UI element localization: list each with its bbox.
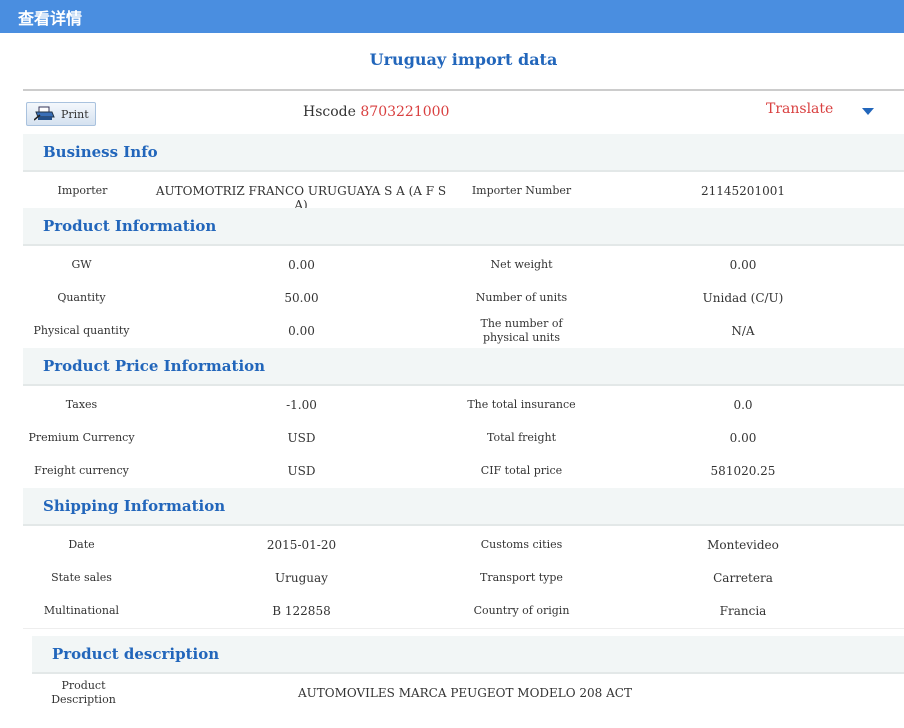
section-product-description: Product description	[32, 636, 904, 674]
section-title: Product Price Information	[43, 357, 266, 375]
print-label: Print	[61, 108, 89, 121]
multinational-value: B 122858	[272, 604, 331, 618]
taxes-label: Taxes	[65, 398, 98, 411]
hscode-label: Hscode	[303, 104, 356, 120]
state-sales-value: Uruguay	[275, 571, 328, 585]
taxes-value: -1.00	[286, 398, 317, 412]
multinational-label: Multinational	[43, 604, 120, 617]
title-bar: 查看详情	[0, 0, 904, 33]
physical-units-label: The number of physical units	[460, 317, 583, 345]
title-divider	[23, 89, 904, 91]
print-button[interactable]: Print	[26, 102, 96, 126]
physical-units-label-line2: physical units	[483, 331, 560, 344]
gw-value: 0.00	[288, 258, 315, 272]
cif-value: 581020.25	[710, 464, 776, 478]
printer-icon	[34, 106, 55, 121]
freight-currency-value: USD	[287, 464, 316, 478]
country-of-origin-value: Francia	[719, 604, 767, 618]
net-weight-label: Net weight	[490, 258, 553, 271]
physical-units-label-line1: The number of	[480, 317, 563, 330]
date-value: 2015-01-20	[266, 538, 337, 552]
hscode-value: 8703221000	[360, 104, 450, 120]
transport-type-value: Carretera	[713, 571, 773, 585]
insurance-value: 0.0	[733, 398, 753, 412]
section-product-information: Product Information	[23, 208, 904, 246]
cif-label: CIF total price	[480, 464, 563, 477]
physical-units-value: N/A	[731, 324, 755, 338]
premium-currency-value: USD	[287, 431, 316, 445]
product-description-label-line1: Product	[61, 679, 106, 692]
product-description-label: Product Description	[32, 679, 135, 707]
section-title: Shipping Information	[43, 497, 226, 515]
customs-cities-label: Customs cities	[480, 538, 563, 551]
hscode: Hscode 8703221000	[303, 104, 449, 120]
gw-label: GW	[71, 258, 92, 271]
product-description-label-line2: Description	[51, 693, 116, 706]
net-weight-value: 0.00	[729, 258, 757, 272]
insurance-label: The total insurance	[467, 398, 576, 411]
transport-type-label: Transport type	[480, 571, 563, 584]
section-divider	[23, 628, 904, 629]
window-title: 查看详情	[18, 9, 83, 28]
total-freight-value: 0.00	[729, 431, 757, 445]
caret-down-icon[interactable]	[862, 108, 874, 115]
importer-number-label: Importer Number	[471, 184, 572, 197]
quantity-label: Quantity	[57, 291, 106, 304]
section-title: Product description	[52, 645, 220, 663]
state-sales-label: State sales	[51, 571, 112, 584]
importer-label: Importer	[57, 184, 108, 197]
product-description-value: AUTOMOVILES MARCA PEUGEOT MODELO 208 ACT	[297, 686, 632, 700]
section-shipping-information: Shipping Information	[23, 488, 904, 526]
premium-currency-label: Premium Currency	[28, 431, 135, 444]
page-title: Uruguay import data	[369, 50, 558, 69]
translate-link[interactable]: Translate	[766, 101, 833, 117]
physical-quantity-value: 0.00	[288, 324, 315, 338]
physical-quantity-label: Physical quantity	[33, 324, 130, 337]
units-value: Unidad (C/U)	[702, 291, 784, 305]
quantity-value: 50.00	[284, 291, 319, 305]
country-of-origin-label: Country of origin	[473, 604, 570, 617]
units-label: Number of units	[475, 291, 568, 304]
freight-currency-label: Freight currency	[34, 464, 129, 477]
importer-number-value: 21145201001	[701, 184, 785, 198]
section-product-price-information: Product Price Information	[23, 348, 904, 386]
section-business-info: Business Info	[23, 134, 904, 172]
section-title: Product Information	[43, 217, 217, 235]
total-freight-label: Total freight	[486, 431, 556, 444]
customs-cities-value: Montevideo	[707, 538, 779, 552]
date-label: Date	[68, 538, 95, 551]
section-title: Business Info	[43, 143, 158, 161]
